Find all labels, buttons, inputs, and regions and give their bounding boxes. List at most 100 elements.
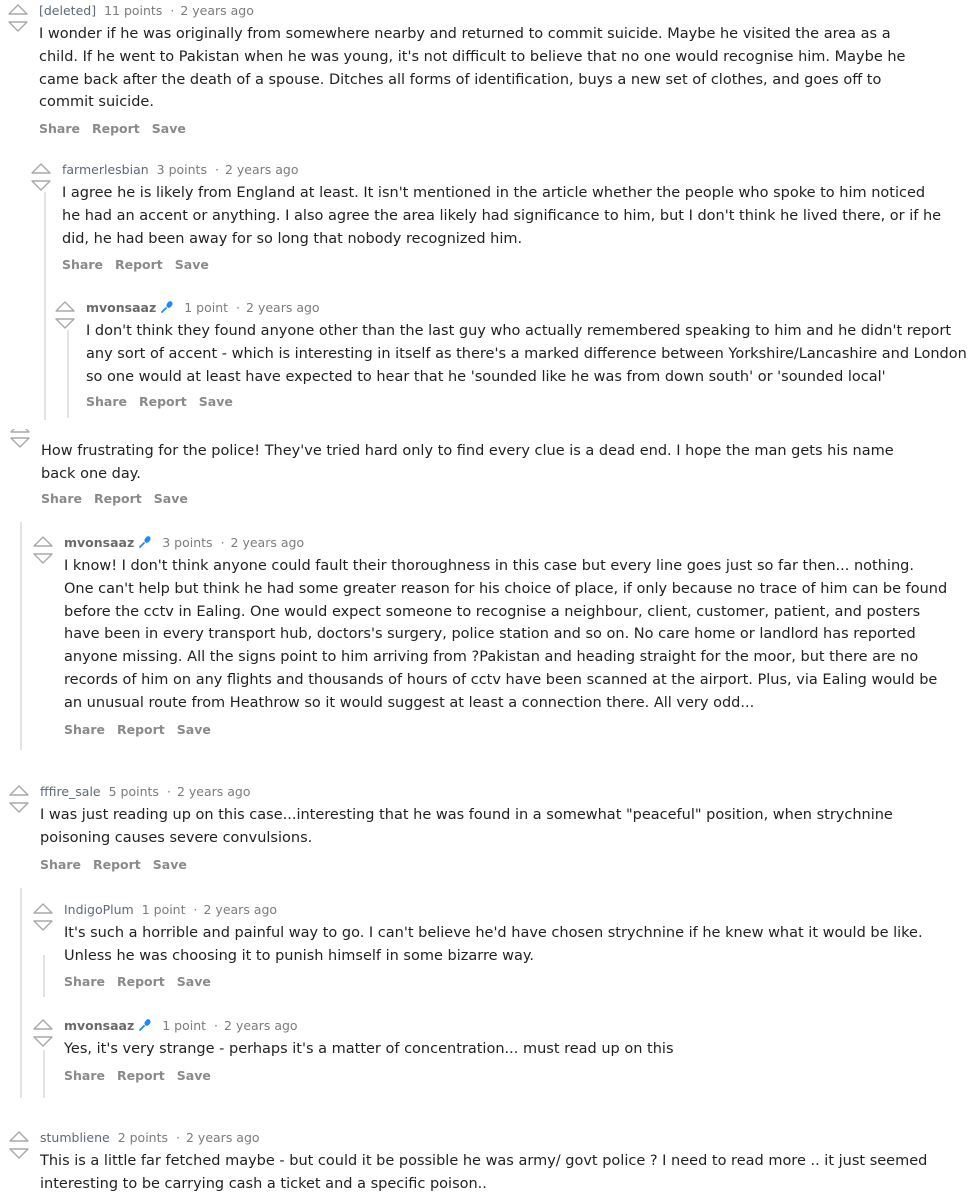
comment-line: anyone missing. All the signs point to h… [64, 649, 919, 666]
comment-body: I know! I don't think anyone could fault… [64, 555, 947, 715]
share-button[interactable]: Share [40, 857, 81, 872]
comment-meta: fffire_sale 5 points · 2 years ago [40, 784, 251, 799]
downvote-arrow-icon[interactable] [7, 19, 29, 37]
comment-author[interactable]: fffire_sale [40, 784, 101, 799]
downvote-arrow-icon[interactable] [32, 551, 54, 569]
comment-points: 3 points [162, 535, 213, 550]
save-button[interactable]: Save [154, 491, 188, 506]
downvote-arrow-icon[interactable] [30, 178, 52, 196]
comment-line: commit suicide. [39, 94, 154, 111]
upvote-arrow-icon[interactable] [32, 533, 54, 551]
report-button[interactable]: Report [117, 974, 165, 989]
upvote-arrow-icon[interactable] [54, 298, 76, 316]
save-button[interactable]: Save [199, 394, 233, 409]
report-button[interactable]: Report [117, 722, 165, 737]
microphone-icon [138, 1018, 152, 1038]
comment-meta: mvonsaaz 1 point · 2 years ago [64, 1016, 298, 1036]
save-button[interactable]: Save [177, 1068, 211, 1083]
comment-line: an unusual route from Heathrow so it wou… [64, 694, 755, 711]
microphone-icon [160, 300, 174, 320]
report-button[interactable]: Report [92, 121, 140, 136]
upvote-arrow-icon[interactable] [32, 900, 54, 918]
report-button[interactable]: Report [115, 257, 163, 272]
report-button[interactable]: Report [139, 394, 187, 409]
share-button[interactable]: Share [39, 121, 80, 136]
share-button[interactable]: Share [64, 722, 105, 737]
downvote-arrow-icon[interactable] [8, 800, 30, 818]
vote-controls [32, 900, 54, 936]
comment-author[interactable]: farmerlesbian [62, 162, 149, 177]
downvote-arrow-icon[interactable] [54, 316, 76, 334]
comment-time: 2 years ago [186, 1130, 260, 1145]
comment-actions: Share Report Save [41, 489, 200, 509]
thread-line[interactable] [67, 330, 69, 418]
comment-line: came back after the death of a spouse. D… [39, 71, 882, 88]
downvote-arrow-icon[interactable] [9, 435, 31, 453]
upvote-arrow-icon[interactable] [8, 782, 30, 800]
save-button[interactable]: Save [177, 722, 211, 737]
vote-controls [30, 160, 52, 196]
comment-meta: mvonsaaz 3 points · 2 years ago [64, 533, 304, 553]
comment-points: 1 point [141, 902, 186, 917]
share-button[interactable]: Share [86, 394, 127, 409]
comment-author[interactable]: mvonsaaz [64, 535, 134, 550]
report-button[interactable]: Report [94, 491, 142, 506]
thread-line[interactable] [20, 888, 22, 1098]
downvote-arrow-icon[interactable] [32, 1034, 54, 1052]
comment-body: It's such a horrible and painful way to … [64, 922, 923, 968]
thread-line[interactable] [20, 522, 22, 750]
upvote-arrow-icon[interactable] [32, 1016, 54, 1034]
comment-body: I agree he is likely from England at lea… [62, 182, 941, 250]
comment-line: I wonder if he was originally from somew… [39, 26, 891, 42]
comment-author[interactable]: mvonsaaz [86, 300, 156, 315]
comment-time: 2 years ago [224, 1018, 298, 1033]
vote-controls [32, 1016, 54, 1052]
share-button[interactable]: Share [41, 491, 82, 506]
downvote-arrow-icon[interactable] [32, 918, 54, 936]
report-button[interactable]: Report [93, 857, 141, 872]
save-button[interactable]: Save [152, 121, 186, 136]
vote-controls [9, 429, 31, 453]
comment-line: have been in every transport hub, doctor… [64, 626, 916, 643]
share-button[interactable]: Share [64, 974, 105, 989]
comment-author[interactable]: mvonsaaz [64, 1018, 134, 1033]
comment-line: It's such a horrible and painful way to … [64, 925, 923, 941]
comment-line: I don't think they found anyone other th… [86, 323, 952, 339]
comment-line: I was just reading up on this case...int… [40, 807, 893, 823]
share-button[interactable]: Share [62, 257, 103, 272]
save-button[interactable]: Save [177, 974, 211, 989]
comment-line: did, he had been away for so long that n… [62, 230, 523, 247]
save-button[interactable]: Save [175, 257, 209, 272]
downvote-arrow-icon[interactable] [8, 1146, 30, 1164]
comment-points: 1 point [184, 300, 229, 315]
thread-line[interactable] [43, 1050, 45, 1098]
share-button[interactable]: Share [64, 1068, 105, 1083]
comment-line: he had an accent or anything. I also agr… [62, 207, 942, 224]
comment-line: I agree he is likely from England at lea… [62, 185, 926, 201]
report-button[interactable]: Report [117, 1068, 165, 1083]
upvote-arrow-icon[interactable] [7, 1, 29, 19]
comment-line: so one would at least have expected to h… [86, 368, 886, 385]
comment-actions: Share Report Save [64, 720, 223, 740]
comment-points: 3 points [156, 162, 207, 177]
comment-author[interactable]: [deleted] [39, 3, 96, 18]
comment-points: 11 points [104, 3, 163, 18]
comment-time: 2 years ago [224, 162, 299, 177]
save-button[interactable]: Save [153, 857, 187, 872]
comment-line: records of him on any flights and thousa… [64, 671, 938, 688]
comment-author[interactable]: IndigoPlum [64, 902, 134, 917]
vote-controls [7, 1, 29, 37]
upvote-arrow-icon[interactable] [30, 160, 52, 178]
comment-meta: mvonsaaz 1 point · 2 years ago [86, 298, 320, 318]
comment-body: I was just reading up on this case...int… [40, 804, 893, 850]
comment-line: Yes, it's very strange - perhaps it's a … [64, 1041, 674, 1057]
comment-time: 2 years ago [203, 902, 278, 917]
comment-actions: Share Report Save [39, 119, 198, 139]
comment-line: interesting to be carrying cash a ticket… [40, 1175, 487, 1192]
comment-body: I don't think they found anyone other th… [86, 320, 967, 388]
thread-line[interactable] [44, 192, 46, 420]
thread-line[interactable] [43, 955, 45, 997]
comment-author[interactable]: stumbliene [40, 1130, 110, 1145]
upvote-arrow-icon[interactable] [8, 1128, 30, 1146]
comment-time: 2 years ago [176, 784, 251, 799]
